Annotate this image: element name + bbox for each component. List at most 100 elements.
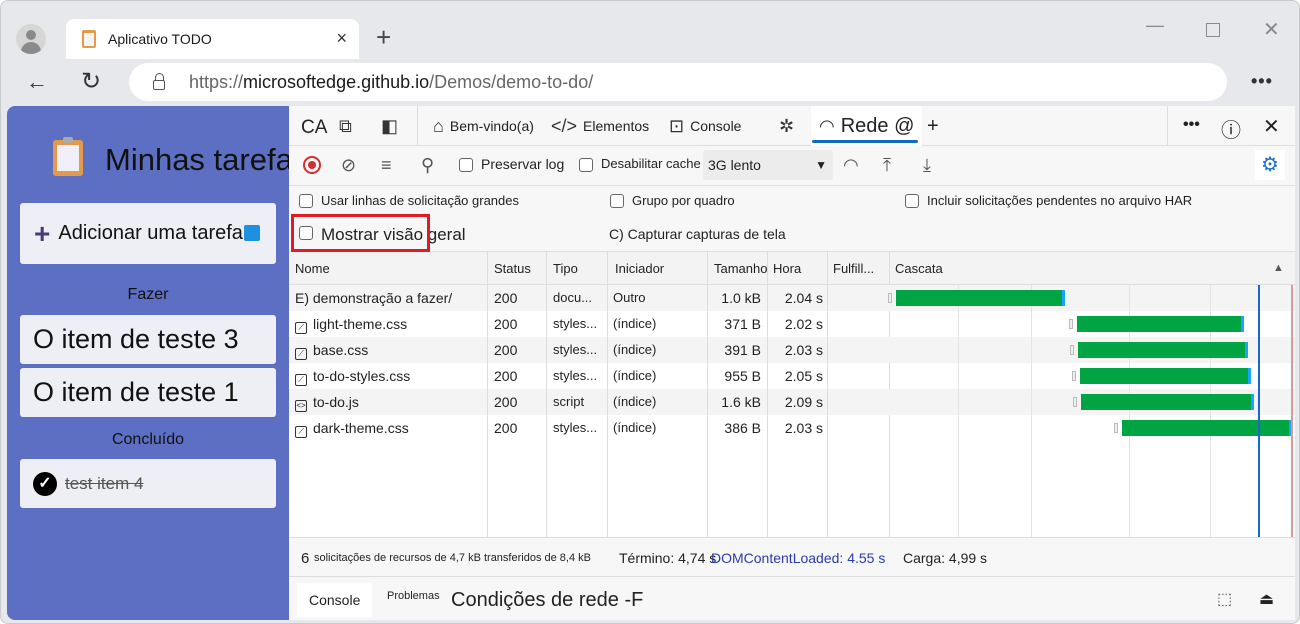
clipboard-icon xyxy=(82,30,96,48)
group-by-frame-label: Grupo por quadro xyxy=(632,193,735,208)
reload-button[interactable]: ↻ xyxy=(81,67,101,96)
column-status[interactable]: Status xyxy=(488,252,531,285)
cell-type: styles... xyxy=(553,316,598,331)
todo-item[interactable]: O item de teste 1 xyxy=(20,368,276,417)
drawer-tab-console[interactable]: Console xyxy=(297,583,373,617)
submit-arrow-icon[interactable] xyxy=(244,225,260,241)
cell-time: 2.03 s xyxy=(784,342,823,358)
column-waterfall[interactable]: Cascata xyxy=(889,252,943,285)
url-text[interactable]: https://microsoftedge.github.io/Demos/de… xyxy=(189,72,593,93)
console-icon: ⊡ xyxy=(669,115,685,136)
new-tab-button[interactable]: + xyxy=(376,23,391,51)
column-size[interactable]: Tamanho xyxy=(708,252,767,285)
table-row[interactable]: ⟋ dark-theme.css 200 styles... (índice) 386 B… xyxy=(289,415,889,441)
dock-side-icon[interactable]: ◧ xyxy=(381,106,404,146)
preserve-log-checkbox[interactable] xyxy=(459,158,473,172)
table-row[interactable]: ⟋ light-theme.css 200 styles... (índice) 371 … xyxy=(289,311,889,337)
table-row[interactable]: ⟋ to-do-styles.css 200 styles... (índice) 955… xyxy=(289,363,889,389)
device-emulation-icon[interactable]: ⧉ xyxy=(339,106,358,146)
lock-icon[interactable] xyxy=(153,73,165,90)
close-devtools-icon[interactable]: ✕ xyxy=(1263,114,1280,139)
column-fulfilled[interactable]: Fulfill... xyxy=(827,252,874,285)
devtools-panel: CA ⧉ ◧ ⌂ Bem-vindo(a) </> Elementos ⊡ Conso… xyxy=(289,106,1295,620)
import-har-icon[interactable]: ⤒ xyxy=(883,155,891,176)
tab-console[interactable]: ⊡ Console xyxy=(669,106,741,146)
plus-icon: + xyxy=(34,217,51,249)
home-icon: ⌂ xyxy=(433,115,444,136)
clear-icon[interactable]: ⊘ xyxy=(341,155,356,176)
dom-content-loaded-line xyxy=(1258,285,1261,537)
cell-type: script xyxy=(553,394,585,409)
dropdown-arrow-icon: ▼ xyxy=(815,158,827,172)
waterfall-bar[interactable] xyxy=(1122,420,1292,436)
group-by-frame-checkbox[interactable] xyxy=(610,194,624,208)
add-task-button[interactable]: + Adicionar uma tarefa xyxy=(20,203,276,264)
search-icon[interactable]: ⚲ xyxy=(421,155,434,176)
transfer-summary: solicitações de recursos de 4,7 kB trans… xyxy=(314,552,591,564)
waterfall-queue-mark xyxy=(887,293,892,303)
drawer-tab-network-conditions[interactable]: Condições de rede -F xyxy=(451,583,643,617)
waterfall-queue-mark xyxy=(1073,397,1078,407)
filter-icon[interactable]: ≡ xyxy=(381,155,392,176)
throttle-select[interactable]: 3G lento ▼ xyxy=(703,150,833,180)
large-rows-label: Usar linhas de solicitação grandes xyxy=(321,193,519,208)
table-row[interactable]: ⟋ base.css 200 styles... (índice) 391 B 2.03 s xyxy=(289,337,889,363)
devtools-tabbar: CA ⧉ ◧ ⌂ Bem-vindo(a) </> Elementos ⊡ Conso… xyxy=(289,106,1295,146)
help-icon[interactable]: ⓘ xyxy=(1221,114,1241,143)
maximize-button[interactable] xyxy=(1206,23,1220,37)
waterfall-bar[interactable] xyxy=(1080,368,1251,384)
export-har-icon[interactable]: ⤓ xyxy=(923,155,931,176)
disable-cache-label: Desabilitar cache xyxy=(601,156,701,171)
cell-initiator: (índice) xyxy=(613,394,657,409)
highlight-box xyxy=(291,214,430,252)
waterfall-queue-mark xyxy=(1114,423,1119,433)
close-window-button[interactable]: ✕ xyxy=(1263,17,1280,42)
checkmark-icon[interactable]: ✓ xyxy=(33,471,57,496)
profile-avatar[interactable] xyxy=(16,24,46,54)
settings-more-button[interactable]: ••• xyxy=(1251,71,1273,92)
requests-table: Nome Status Tipo Iniciador Tamanho Hora … xyxy=(289,252,1295,537)
minimize-button[interactable]: — xyxy=(1146,15,1164,36)
back-button[interactable]: ← xyxy=(26,69,48,95)
disable-cache-checkbox[interactable] xyxy=(579,158,593,172)
column-name[interactable]: Nome xyxy=(289,252,330,285)
waterfall-bar[interactable] xyxy=(1078,342,1248,358)
add-tab-button[interactable]: + xyxy=(927,106,939,146)
column-time[interactable]: Hora xyxy=(767,252,801,285)
waterfall-bar[interactable] xyxy=(895,290,1065,306)
browser-tab[interactable]: Aplicativo TODO × xyxy=(66,19,359,59)
column-type[interactable]: Tipo xyxy=(547,252,578,285)
drawer-tabbar: Console Problemas Condições de rede -F ⬚… xyxy=(289,577,1295,620)
tab-welcome[interactable]: ⌂ Bem-vindo(a) xyxy=(433,106,534,146)
table-row[interactable]: E) demonstração a fazer/200 docu... Outro 1… xyxy=(289,285,889,311)
waterfall-bar[interactable] xyxy=(1076,316,1245,332)
table-row[interactable]: <> to-do.js 200 script (índice) 1.6 kB 2.09 s xyxy=(289,389,889,415)
drawer-tab-issues[interactable]: Problemas xyxy=(387,579,440,613)
more-tools-icon[interactable]: ••• xyxy=(1183,116,1200,134)
cell-type: docu... xyxy=(553,290,593,305)
done-item[interactable]: ✓ test item 4 xyxy=(20,459,276,508)
todo-item[interactable]: O item de teste 3 xyxy=(20,315,276,364)
address-bar[interactable]: https://microsoftedge.github.io/Demos/de… xyxy=(129,63,1227,101)
tab-elements[interactable]: </> Elementos xyxy=(551,106,649,146)
network-conditions-icon[interactable]: ◠ xyxy=(843,155,859,176)
app-title: Minhas tarefas xyxy=(105,142,309,177)
cell-size: 1.0 kB xyxy=(721,290,761,306)
bug-icon[interactable]: ✲ xyxy=(779,106,800,146)
record-icon[interactable] xyxy=(303,156,321,174)
cell-size: 391 B xyxy=(724,342,761,358)
undock-drawer-icon[interactable]: ⬚ xyxy=(1217,583,1232,617)
network-settings-gear-icon[interactable]: ⚙ xyxy=(1255,150,1285,180)
clipboard-icon xyxy=(53,137,83,176)
todo-app: Minhas tarefas + Adicionar uma tarefa Fa… xyxy=(7,106,308,620)
close-tab-icon[interactable]: × xyxy=(336,29,347,47)
capture-screenshots-label[interactable]: C) Capturar capturas de tela xyxy=(609,226,786,242)
include-pending-har-checkbox[interactable] xyxy=(905,194,919,208)
column-initiator[interactable]: Iniciador xyxy=(609,252,664,285)
cell-size: 386 B xyxy=(724,420,761,436)
large-rows-checkbox[interactable] xyxy=(299,194,313,208)
sort-ascending-icon[interactable]: ▲ xyxy=(1267,252,1284,285)
cell-status: 200 xyxy=(494,342,518,358)
waterfall-bar[interactable] xyxy=(1081,394,1255,410)
expand-drawer-icon[interactable]: ⏏ xyxy=(1259,583,1274,617)
